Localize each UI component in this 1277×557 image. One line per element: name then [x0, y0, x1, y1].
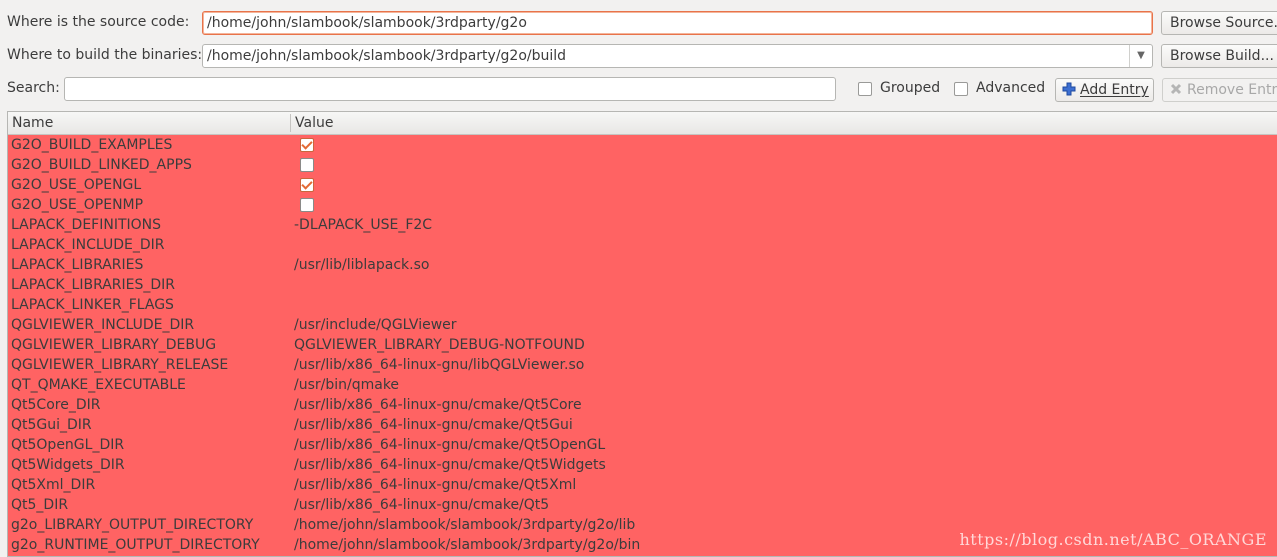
entry-name: LAPACK_LIBRARIES_DIR	[11, 277, 176, 293]
watermark: https://blog.csdn.net/ABC_ORANGE	[959, 530, 1267, 549]
entry-value[interactable]: QGLVIEWER_LIBRARY_DEBUG-NOTFOUND	[294, 335, 585, 355]
entry-name: Qt5Xml_DIR	[11, 477, 96, 493]
entry-name: LAPACK_INCLUDE_DIR	[11, 237, 165, 253]
entry-value[interactable]: /usr/lib/x86_64-linux-gnu/cmake/Qt5OpenG…	[294, 435, 605, 455]
entry-value[interactable]: /usr/include/QGLViewer	[294, 315, 457, 335]
table-row[interactable]: G2O_BUILD_LINKED_APPS	[8, 155, 1277, 175]
table-row[interactable]: LAPACK_LIBRARIES/usr/lib/liblapack.so	[8, 255, 1277, 275]
table-row[interactable]: QT_QMAKE_EXECUTABLE/usr/bin/qmake	[8, 375, 1277, 395]
build-path-combo[interactable]: /home/john/slambook/slambook/3rdparty/g2…	[202, 44, 1153, 68]
build-path-value: /home/john/slambook/slambook/3rdparty/g2…	[207, 48, 567, 64]
entry-value-checkbox[interactable]	[300, 158, 314, 172]
table-row[interactable]: Qt5Xml_DIR/usr/lib/x86_64-linux-gnu/cmak…	[8, 475, 1277, 495]
remove-entry-label: Remove Entry	[1187, 82, 1277, 98]
entry-name: LAPACK_DEFINITIONS	[11, 217, 162, 233]
entry-name: LAPACK_LINKER_FLAGS	[11, 297, 174, 313]
search-label: Search:	[7, 80, 60, 96]
table-body: G2O_BUILD_EXAMPLES G2O_BUILD_LINKED_APPS G…	[8, 135, 1277, 555]
search-input[interactable]	[64, 77, 836, 101]
entry-value[interactable]: /usr/lib/x86_64-linux-gnu/libQGLViewer.s…	[294, 355, 584, 375]
table-row[interactable]: LAPACK_LIBRARIES_DIR	[8, 275, 1277, 295]
entry-name: g2o_RUNTIME_OUTPUT_DIRECTORY	[11, 537, 260, 553]
chevron-down-icon[interactable]: ▼	[1129, 45, 1152, 67]
entry-value[interactable]: /usr/lib/x86_64-linux-gnu/cmake/Qt5	[294, 495, 549, 515]
entry-value[interactable]: /usr/lib/liblapack.so	[294, 255, 429, 275]
entry-value-checkbox[interactable]	[300, 138, 314, 152]
entry-name: G2O_BUILD_EXAMPLES	[11, 137, 173, 153]
column-divider[interactable]	[290, 114, 291, 132]
table-row[interactable]: LAPACK_LINKER_FLAGS	[8, 295, 1277, 315]
table-row[interactable]: Qt5_DIR/usr/lib/x86_64-linux-gnu/cmake/Q…	[8, 495, 1277, 515]
grouped-checkbox[interactable]	[858, 82, 872, 96]
entry-name: LAPACK_LIBRARIES	[11, 257, 144, 273]
entry-name: g2o_LIBRARY_OUTPUT_DIRECTORY	[11, 517, 254, 533]
entry-name: QGLVIEWER_LIBRARY_DEBUG	[11, 337, 217, 353]
entry-name: Qt5Gui_DIR	[11, 417, 92, 433]
cache-table: Name Value G2O_BUILD_EXAMPLES G2O_BUILD_L…	[7, 111, 1277, 557]
entry-name: QGLVIEWER_LIBRARY_RELEASE	[11, 357, 229, 373]
build-label: Where to build the binaries:	[7, 47, 203, 63]
browse-build-button[interactable]: Browse Build...	[1161, 44, 1277, 68]
entry-value[interactable]: /usr/bin/qmake	[294, 375, 399, 395]
entry-name: QGLVIEWER_INCLUDE_DIR	[11, 317, 195, 333]
plus-icon	[1062, 81, 1076, 96]
entry-value[interactable]: /usr/lib/x86_64-linux-gnu/cmake/Qt5Gui	[294, 415, 573, 435]
remove-entry-button[interactable]: Remove Entry	[1162, 78, 1277, 102]
table-row[interactable]: G2O_BUILD_EXAMPLES	[8, 135, 1277, 155]
entry-name: G2O_BUILD_LINKED_APPS	[11, 157, 192, 173]
entry-value[interactable]: -DLAPACK_USE_F2C	[294, 215, 432, 235]
source-path-input[interactable]: /home/john/slambook/slambook/3rdparty/g2…	[202, 11, 1153, 35]
table-row[interactable]: Qt5Gui_DIR/usr/lib/x86_64-linux-gnu/cmak…	[8, 415, 1277, 435]
entry-value[interactable]: /home/john/slambook/slambook/3rdparty/g2…	[294, 515, 635, 535]
table-row[interactable]: QGLVIEWER_INCLUDE_DIR/usr/include/QGLVie…	[8, 315, 1277, 335]
entry-name: Qt5Core_DIR	[11, 397, 101, 413]
grouped-label: Grouped	[880, 80, 941, 96]
advanced-checkbox[interactable]	[954, 82, 968, 96]
table-row[interactable]: QGLVIEWER_LIBRARY_RELEASE/usr/lib/x86_64…	[8, 355, 1277, 375]
table-row[interactable]: QGLVIEWER_LIBRARY_DEBUG QGLVIEWER_LIBRARY…	[8, 335, 1277, 355]
entry-value-checkbox[interactable]	[300, 178, 314, 192]
browse-source-button[interactable]: Browse Source...	[1161, 11, 1277, 35]
column-header-value[interactable]: Value	[295, 112, 333, 134]
entry-name: Qt5_DIR	[11, 497, 69, 513]
advanced-label: Advanced	[976, 80, 1046, 96]
entry-name: QT_QMAKE_EXECUTABLE	[11, 377, 186, 393]
entry-name: G2O_USE_OPENGL	[11, 177, 142, 193]
table-row[interactable]: Qt5OpenGL_DIR/usr/lib/x86_64-linux-gnu/c…	[8, 435, 1277, 455]
entry-value[interactable]: /home/john/slambook/slambook/3rdparty/g2…	[294, 535, 640, 555]
table-row[interactable]: LAPACK_INCLUDE_DIR	[8, 235, 1277, 255]
entry-value[interactable]: /usr/lib/x86_64-linux-gnu/cmake/Qt5Xml	[294, 475, 576, 495]
table-row[interactable]: LAPACK_DEFINITIONS -DLAPACK_USE_F2C	[8, 215, 1277, 235]
add-entry-button[interactable]: Add Entry	[1055, 78, 1154, 102]
table-row[interactable]: Qt5Core_DIR/usr/lib/x86_64-linux-gnu/cma…	[8, 395, 1277, 415]
remove-icon	[1169, 81, 1183, 95]
table-row[interactable]: Qt5Widgets_DIR/usr/lib/x86_64-linux-gnu/…	[8, 455, 1277, 475]
entry-value[interactable]: /usr/lib/x86_64-linux-gnu/cmake/Qt5Core	[294, 395, 582, 415]
table-row[interactable]: G2O_USE_OPENMP	[8, 195, 1277, 215]
entry-name: G2O_USE_OPENMP	[11, 197, 144, 213]
table-header: Name Value	[8, 112, 1277, 135]
add-entry-label: Add Entry	[1080, 82, 1149, 98]
entry-name: Qt5Widgets_DIR	[11, 457, 125, 473]
entry-value[interactable]: /usr/lib/x86_64-linux-gnu/cmake/Qt5Widge…	[294, 455, 606, 475]
column-header-name[interactable]: Name	[12, 112, 53, 134]
entry-name: Qt5OpenGL_DIR	[11, 437, 125, 453]
source-label: Where is the source code:	[7, 14, 190, 30]
entry-value-checkbox[interactable]	[300, 198, 314, 212]
table-row[interactable]: G2O_USE_OPENGL	[8, 175, 1277, 195]
